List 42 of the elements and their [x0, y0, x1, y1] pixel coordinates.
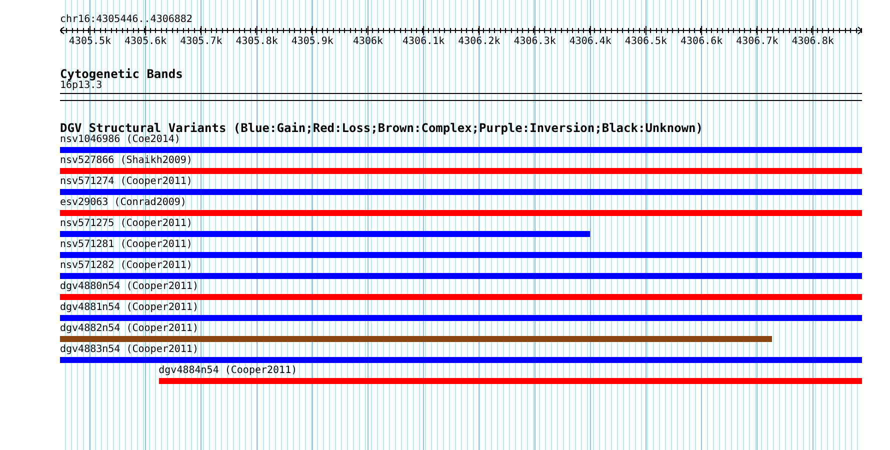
tick-label: 4306.6k [680, 35, 723, 49]
feature-bar[interactable] [60, 294, 862, 300]
tick-label: 4306.3k [514, 35, 556, 49]
feature-label[interactable]: nsv527866 (Shaikh2009) [60, 155, 192, 167]
feature-bar[interactable] [60, 357, 862, 363]
feature-bar[interactable] [60, 252, 862, 258]
feature-label[interactable]: dgv4880n54 (Cooper2011) [60, 281, 198, 293]
feature-bar[interactable] [60, 147, 862, 153]
tick-label: 4306.1k [402, 35, 445, 49]
feature-bar[interactable] [60, 168, 862, 174]
feature-label[interactable]: dgv4881n54 (Cooper2011) [60, 302, 198, 314]
tick-label: 4306.2k [458, 35, 500, 49]
track-title: Cytogenetic Bands [60, 68, 183, 80]
feature-bar[interactable] [60, 315, 862, 321]
tick-label: 4306k [352, 35, 384, 49]
band-label: 16p13.3 [60, 80, 102, 92]
feature-bar[interactable] [158, 378, 862, 384]
feature-label[interactable]: nsv571275 (Cooper2011) [60, 218, 192, 230]
feature-label[interactable]: dgv4882n54 (Cooper2011) [60, 323, 198, 335]
tick-label: 4306.5k [624, 35, 668, 49]
feature-label[interactable]: nsv571274 (Cooper2011) [60, 176, 192, 188]
feature-label[interactable]: dgv4884n54 (Cooper2011) [158, 365, 298, 377]
tick-label: 4305.6k [124, 35, 167, 49]
feature-bar[interactable] [60, 210, 862, 216]
tick-label: 4305.7k [180, 35, 222, 49]
feature-bar[interactable] [60, 189, 862, 195]
tick-label: 4305.9k [291, 35, 334, 49]
tick-label: 4306.8k [792, 35, 834, 49]
feature-bar[interactable] [60, 336, 772, 342]
tick-label: 4305.5k [68, 35, 112, 49]
feature-label[interactable]: esv29063 (Conrad2009) [60, 197, 186, 209]
feature-label[interactable]: nsv571281 (Cooper2011) [60, 239, 192, 251]
tick-label: 4306.7k [736, 35, 778, 49]
location-label: chr16:4305446..4306882 [60, 14, 192, 26]
tick-label: 4306.4k [569, 35, 612, 49]
feature-label[interactable]: dgv4883n54 (Cooper2011) [60, 344, 198, 356]
feature-label[interactable]: nsv1046986 (Coe2014) [60, 134, 180, 146]
feature-label[interactable]: nsv571282 (Cooper2011) [60, 260, 192, 272]
feature-bar[interactable] [60, 231, 590, 237]
track-title: DGV Structural Variants (Blue:Gain;Red:Loss;Brown:Complex;Purple:Inversion;Black:Unknown) [60, 122, 703, 134]
tick-label: 4305.8k [236, 35, 278, 49]
feature-bar[interactable] [60, 273, 862, 279]
